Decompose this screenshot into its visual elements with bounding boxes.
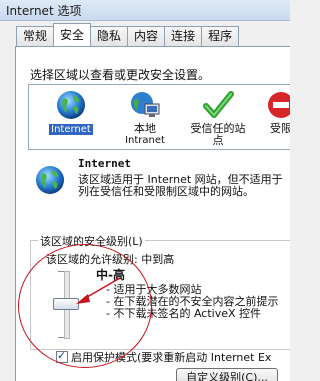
tab-security[interactable]: 安全 [53, 23, 92, 46]
zone-intranet-label-line1: 本地 [134, 122, 156, 135]
zone-list: Internet 本地 Intranet 受信任的站 点 受限 [28, 84, 290, 150]
protected-mode-label: 启用保护模式(要求重新启动 Internet Ex [71, 351, 272, 364]
zone-internet[interactable]: Internet [43, 85, 99, 136]
slider-tick [58, 271, 64, 272]
zone-local-intranet[interactable]: 本地 Intranet [121, 85, 169, 147]
protected-mode-checkbox[interactable] [56, 349, 68, 363]
tab-strip: 常规 安全 隐私 内容 连接 程序 [16, 23, 240, 46]
security-level-name: 中-高 [96, 268, 125, 282]
slider-tick [58, 337, 64, 338]
intranet-icon [131, 92, 160, 117]
security-level-bullet: - 不下载未签名的 ActiveX 控件 [106, 307, 262, 320]
tab-connections[interactable]: 连接 [164, 26, 203, 46]
protected-mode-checkbox-row[interactable]: 启用保护模式(要求重新启动 Internet Ex [56, 349, 271, 365]
security-level-slider-thumb[interactable] [53, 298, 79, 310]
window-title: Internet 选项 [6, 4, 82, 18]
selected-zone-name: Internet [78, 157, 131, 170]
globe-icon [57, 91, 85, 119]
selected-zone-globe-icon [36, 166, 64, 194]
restricted-icon [268, 92, 290, 118]
zone-trusted-label-line2: 点 [212, 134, 224, 147]
checkmark-icon [203, 91, 234, 118]
custom-level-button[interactable]: 自定义级别(C)... [176, 368, 278, 381]
security-level-group-title: 该区域的安全级别(L) [38, 233, 145, 249]
allowed-levels-text: 该区域的允许级别: 中到高 [46, 253, 175, 266]
tab-privacy[interactable]: 隐私 [90, 26, 129, 46]
zone-intranet-label-line2: Intranet [125, 135, 165, 146]
internet-options-dialog: Internet 选项 常规 安全 隐私 内容 连接 程序 选择区域以查看或更改… [0, 0, 290, 381]
zone-internet-label: Internet [49, 124, 93, 135]
selected-zone-description: 该区域适用于 Internet 网站，但不适用于列在受信任和受限制区域中的网站。 [78, 173, 283, 198]
zone-instruction: 选择区域以查看或更改安全设置。 [30, 68, 211, 82]
tab-content[interactable]: 内容 [127, 26, 166, 46]
security-level-bullets: - 适用于大多数网站 - 在下载潜在的不安全内容之前提示 - 不下载未签名的 A… [106, 284, 278, 320]
title-bar: Internet 选项 [0, 0, 290, 21]
zone-trusted-sites[interactable]: 受信任的站 点 [185, 85, 251, 147]
tab-programs[interactable]: 程序 [201, 26, 240, 46]
zone-restricted-label: 受限 [270, 122, 290, 135]
zone-restricted-sites[interactable]: 受限 [261, 85, 290, 135]
tab-general[interactable]: 常规 [16, 26, 55, 46]
